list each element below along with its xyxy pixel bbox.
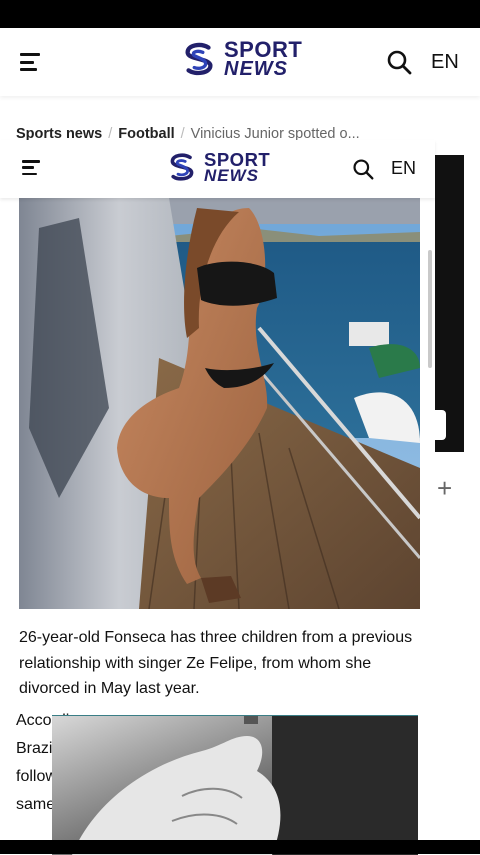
sticky-language-selector[interactable]: EN (391, 158, 416, 179)
site-header: SPORT NEWS EN (0, 28, 480, 96)
scrollbar-thumb[interactable] (428, 250, 432, 368)
article-photo (19, 198, 420, 609)
menu-button[interactable] (20, 53, 40, 71)
photo-illustration (19, 198, 420, 609)
logo-mark-icon (185, 43, 213, 76)
sticky-site-logo[interactable]: SPORT NEWS (166, 150, 270, 186)
site-logo[interactable]: SPORT NEWS (180, 37, 303, 81)
logo-text-news: NEWS (204, 166, 259, 186)
floating-video-player[interactable] (52, 715, 418, 855)
language-selector[interactable]: EN (431, 51, 459, 74)
sticky-header: SPORT NEWS EN (0, 140, 435, 198)
image-caption: 26-year-old Fonseca has three children f… (19, 629, 413, 697)
search-icon[interactable] (386, 49, 412, 75)
logo-mark-icon (170, 153, 194, 181)
menu-icon (20, 53, 40, 56)
sticky-search-icon[interactable] (352, 158, 374, 180)
status-bar (0, 0, 480, 28)
menu-icon (22, 160, 40, 163)
logo-text-news: NEWS (224, 58, 288, 81)
video-frame (52, 716, 418, 855)
expand-plus-icon[interactable]: + (437, 475, 452, 501)
logo-text-sport: SPORT (224, 37, 303, 62)
sticky-menu-button[interactable] (22, 160, 40, 175)
navigation-bar (0, 840, 480, 854)
side-ad-panel[interactable] (433, 155, 464, 452)
